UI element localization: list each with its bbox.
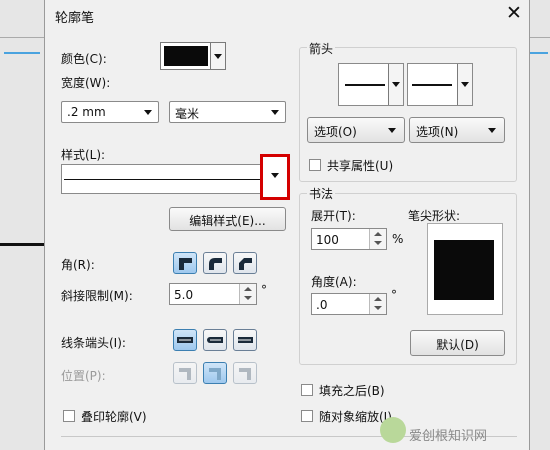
end-arrow-options-button[interactable]: 选项(N)	[409, 117, 505, 143]
line-style-preview	[64, 179, 264, 180]
default-nib-button[interactable]: 默认(D)	[410, 330, 505, 356]
background-toolbar	[528, 37, 550, 58]
width-unit-select[interactable]: 毫米	[169, 101, 286, 123]
chevron-down-icon	[488, 128, 496, 133]
spinner-arrows[interactable]	[369, 294, 386, 314]
title-bar: 轮廓笔 ✕	[45, 0, 529, 30]
width-value: .2 mm	[67, 105, 106, 119]
line-style-select[interactable]	[61, 164, 286, 194]
background-window-left	[0, 0, 44, 450]
chevron-down-icon[interactable]	[457, 64, 472, 105]
color-label: 颜色(C):	[61, 52, 107, 66]
color-swatch	[164, 46, 208, 66]
calligraphy-label: 书法	[307, 185, 336, 202]
scale-with-object-checkbox[interactable]	[301, 410, 313, 422]
style-label: 样式(L):	[61, 148, 106, 162]
angle-label: 角度(A):	[311, 275, 357, 289]
overprint-label: 叠印轮廓(V)	[81, 410, 147, 424]
watermark-logo-icon	[380, 417, 406, 443]
round-corner-icon[interactable]	[203, 252, 227, 274]
background-window-right	[528, 0, 550, 450]
share-attributes-label: 共享属性(U)	[327, 159, 394, 173]
chevron-down-icon	[144, 110, 152, 115]
dialog-title: 轮廓笔	[55, 11, 95, 26]
width-select[interactable]: .2 mm	[61, 101, 159, 123]
chevron-down-icon	[271, 173, 279, 178]
angle-spinner[interactable]: .0	[311, 293, 387, 315]
miter-label: 斜接限制(M):	[61, 289, 133, 303]
share-attributes-checkbox[interactable]	[309, 159, 321, 171]
end-arrow-select[interactable]	[407, 63, 473, 106]
style-dropdown-highlight[interactable]	[260, 154, 290, 200]
behind-fill-label: 填充之后(B)	[319, 384, 385, 398]
miter-corner-icon[interactable]	[173, 252, 197, 274]
line-caps-label: 线条端头(I):	[61, 336, 126, 350]
position-label: 位置(P):	[61, 369, 106, 383]
background-ruler-line	[4, 52, 40, 54]
background-ruler-line	[530, 52, 548, 54]
overprint-checkbox[interactable]	[63, 410, 75, 422]
nib-shape	[434, 240, 494, 300]
round-cap-icon[interactable]	[203, 329, 227, 351]
miter-limit-spinner[interactable]: 5.0	[169, 283, 257, 305]
inside-position-icon	[233, 362, 257, 384]
chevron-down-icon[interactable]	[210, 43, 225, 69]
width-label: 宽度(W):	[61, 76, 111, 90]
nib-shape-label: 笔尖形状:	[408, 209, 461, 223]
miter-unit: °	[261, 283, 267, 297]
color-picker[interactable]	[160, 42, 226, 70]
chevron-down-icon	[271, 110, 279, 115]
background-toolbar	[0, 37, 44, 58]
chevron-down-icon[interactable]	[388, 64, 403, 105]
watermark-text: 爱创根知识网	[409, 429, 488, 444]
outside-position-icon	[173, 362, 197, 384]
stretch-label: 展开(T):	[311, 209, 356, 223]
stretch-spinner[interactable]: 100	[311, 228, 387, 250]
flat-cap-icon[interactable]	[233, 329, 257, 351]
nib-shape-preview[interactable]	[427, 223, 503, 315]
background-canvas-line	[0, 243, 44, 246]
bevel-corner-icon[interactable]	[233, 252, 257, 274]
arrow-preview-line	[412, 84, 452, 86]
close-icon[interactable]: ✕	[506, 2, 522, 24]
center-position-icon	[203, 362, 227, 384]
angle-unit: °	[391, 288, 397, 302]
outline-pen-dialog: 轮廓笔 ✕ 颜色(C): 宽度(W): .2 mm 毫米 样式(L): 编辑样式…	[44, 0, 530, 450]
behind-fill-checkbox[interactable]	[301, 384, 313, 396]
start-arrow-options-button[interactable]: 选项(O)	[307, 117, 405, 143]
square-cap-icon[interactable]	[173, 329, 197, 351]
spinner-arrows[interactable]	[369, 229, 386, 249]
arrow-preview-line	[345, 84, 385, 86]
stretch-unit: %	[392, 232, 404, 246]
corners-label: 角(R):	[61, 258, 95, 272]
edit-style-button[interactable]: 编辑样式(E)...	[169, 207, 286, 231]
start-arrow-select[interactable]	[338, 63, 404, 106]
chevron-down-icon	[388, 128, 396, 133]
width-unit-value: 毫米	[175, 107, 200, 121]
arrows-label: 箭头	[307, 40, 336, 57]
spinner-arrows[interactable]	[239, 284, 256, 304]
